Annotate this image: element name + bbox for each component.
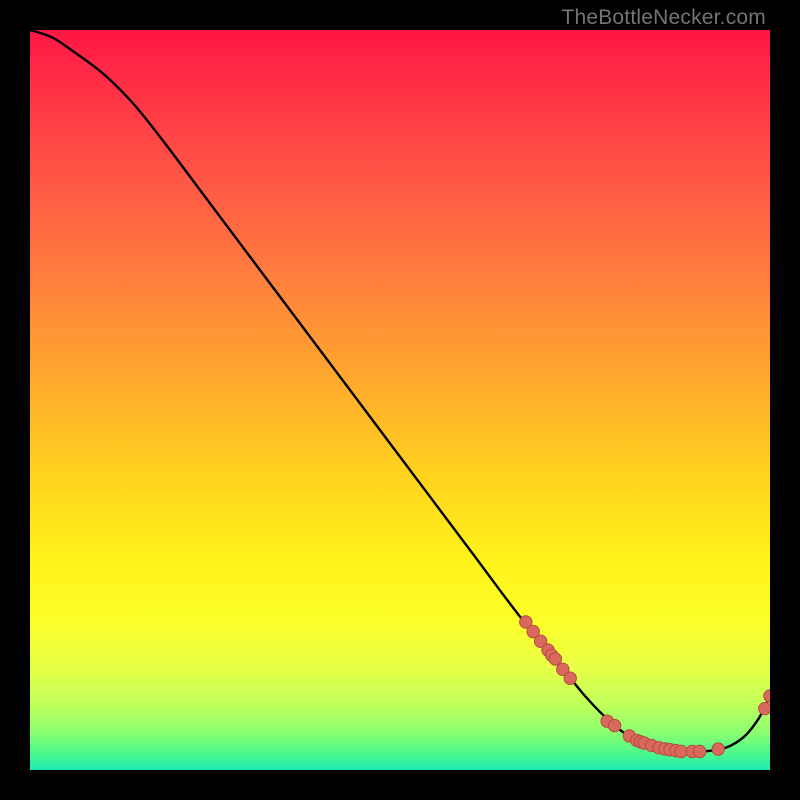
data-marker xyxy=(675,745,687,757)
data-marker xyxy=(564,672,576,684)
data-marker xyxy=(608,719,620,731)
watermark-text: TheBottleNecker.com xyxy=(561,6,766,30)
bottleneck-chart xyxy=(30,30,770,770)
data-marker xyxy=(712,743,724,755)
data-marker xyxy=(694,745,706,757)
chart-frame xyxy=(30,30,770,770)
data-marker xyxy=(549,653,561,665)
data-marker xyxy=(759,702,770,714)
chart-background xyxy=(30,30,770,770)
